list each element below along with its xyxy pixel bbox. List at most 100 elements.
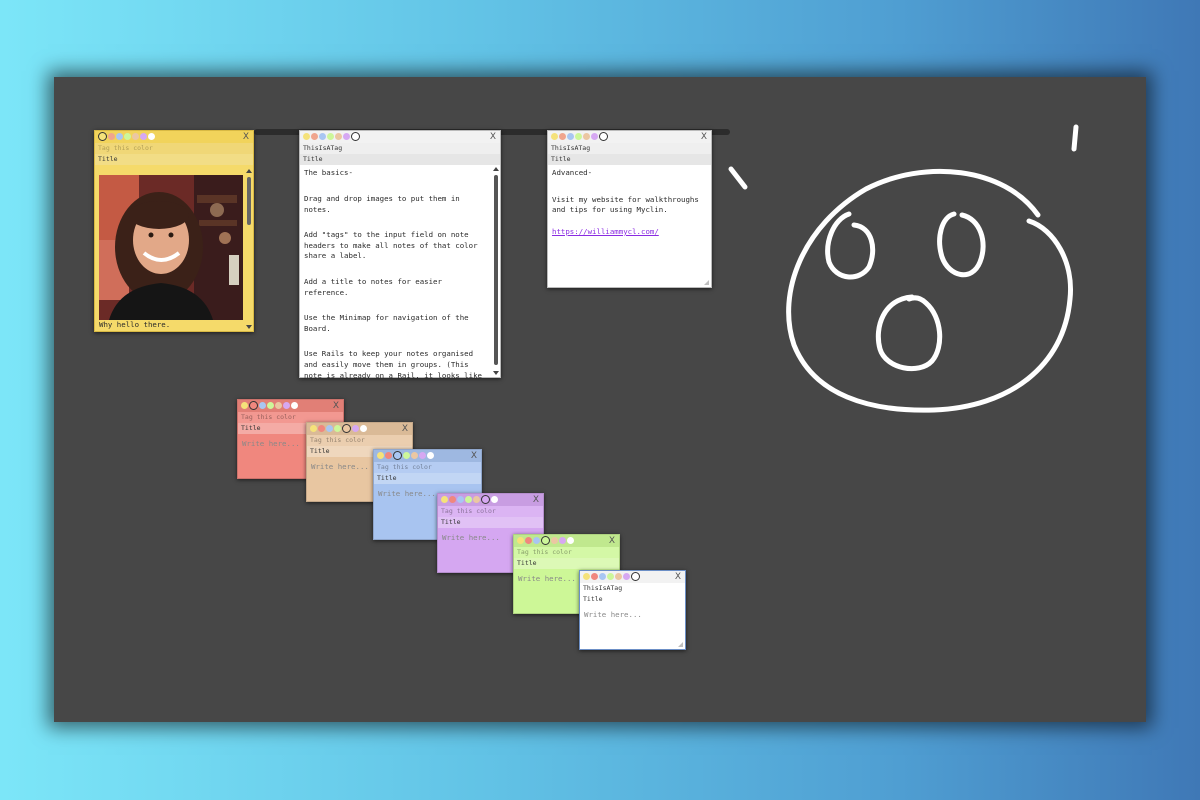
color-dot[interactable] (491, 496, 498, 503)
note-scrollbar[interactable] (493, 167, 499, 375)
tag-input[interactable]: Tag this color (307, 435, 412, 446)
close-button[interactable]: X (701, 131, 707, 143)
color-dot-orange[interactable] (559, 133, 566, 140)
color-dot[interactable] (541, 536, 550, 545)
color-dot[interactable] (291, 402, 298, 409)
color-dot-blue[interactable] (567, 133, 574, 140)
color-dot[interactable] (318, 425, 325, 432)
color-picker[interactable] (241, 401, 298, 410)
color-dot-purple[interactable] (343, 133, 350, 140)
scroll-down-arrow[interactable] (246, 325, 252, 329)
note-header[interactable]: X (95, 131, 253, 143)
color-dot-yellow[interactable] (303, 133, 310, 140)
color-dot[interactable] (623, 573, 630, 580)
color-dot[interactable] (533, 537, 540, 544)
color-dot-tan[interactable] (132, 133, 139, 140)
board-canvas[interactable]: X Tag this color Title Why hello there. … (54, 77, 1146, 722)
color-dot[interactable] (525, 537, 532, 544)
color-dot-green[interactable] (327, 133, 334, 140)
tag-input[interactable]: Tag this color (438, 506, 543, 517)
note-scrollbar[interactable] (246, 169, 252, 329)
color-dot[interactable] (360, 425, 367, 432)
color-dot-orange[interactable] (311, 133, 318, 140)
color-dot-white[interactable] (351, 132, 360, 141)
color-picker[interactable] (303, 132, 360, 141)
tag-input[interactable]: Tag this color (514, 547, 619, 558)
note-body[interactable]: The basics- Drag and drop images to put t… (300, 165, 500, 378)
color-dot[interactable] (403, 452, 410, 459)
color-dot[interactable] (465, 496, 472, 503)
color-picker[interactable] (583, 572, 640, 581)
color-dot-purple[interactable] (140, 133, 147, 140)
color-dot[interactable] (607, 573, 614, 580)
color-dot[interactable] (352, 425, 359, 432)
color-dot[interactable] (310, 425, 317, 432)
color-dot[interactable] (241, 402, 248, 409)
note-header[interactable]: X (548, 131, 711, 143)
tag-input[interactable]: Tag this color (374, 462, 481, 473)
color-dot[interactable] (427, 452, 434, 459)
title-input[interactable]: Title (438, 517, 543, 528)
color-dot[interactable] (419, 452, 426, 459)
color-dot[interactable] (473, 496, 480, 503)
color-dot[interactable] (385, 452, 392, 459)
color-dot-tan[interactable] (335, 133, 342, 140)
resize-handle[interactable] (678, 642, 683, 647)
note-header[interactable]: X (374, 450, 481, 462)
photo-note[interactable]: X Tag this color Title Why hello there. (94, 130, 254, 332)
color-dot-green[interactable] (575, 133, 582, 140)
note-header[interactable]: X (514, 535, 619, 547)
stack-note[interactable]: X ThisIsATag Title Write here... (579, 570, 686, 650)
color-dot[interactable] (481, 495, 490, 504)
note-header[interactable]: X (438, 494, 543, 506)
close-button[interactable]: X (471, 450, 477, 462)
color-dot[interactable] (249, 401, 258, 410)
note-header[interactable]: X (307, 423, 412, 435)
color-dot[interactable] (377, 452, 384, 459)
color-dot[interactable] (334, 425, 341, 432)
color-dot[interactable] (259, 402, 266, 409)
scroll-down-arrow[interactable] (493, 371, 499, 375)
title-input[interactable]: Title (580, 594, 685, 605)
color-dot-blue[interactable] (116, 133, 123, 140)
color-dot-blue[interactable] (319, 133, 326, 140)
scroll-up-arrow[interactable] (246, 169, 252, 173)
note-header[interactable]: X (580, 571, 685, 583)
color-dot[interactable] (342, 424, 351, 433)
color-dot[interactable] (326, 425, 333, 432)
color-dot[interactable] (517, 537, 524, 544)
tag-input[interactable]: ThisIsATag (580, 583, 685, 594)
color-dot[interactable] (283, 402, 290, 409)
title-input[interactable]: Title (95, 154, 253, 165)
color-dot[interactable] (457, 496, 464, 503)
close-button[interactable]: X (533, 494, 539, 506)
color-dot-white[interactable] (148, 133, 155, 140)
color-dot-tan[interactable] (583, 133, 590, 140)
color-dot-orange[interactable] (108, 133, 115, 140)
color-dot[interactable] (441, 496, 448, 503)
color-dot[interactable] (631, 572, 640, 581)
color-dot-purple[interactable] (591, 133, 598, 140)
note-header[interactable]: X (300, 131, 500, 143)
color-dot[interactable] (559, 537, 566, 544)
color-dot[interactable] (583, 573, 590, 580)
website-link[interactable]: https://williammycl.com/ (552, 227, 701, 238)
resize-handle[interactable] (704, 280, 709, 285)
color-dot-green[interactable] (124, 133, 131, 140)
color-dot[interactable] (393, 451, 402, 460)
tag-input[interactable]: ThisIsATag (548, 143, 711, 154)
scroll-thumb[interactable] (494, 175, 498, 365)
color-dot[interactable] (567, 537, 574, 544)
note-body[interactable]: Write here... (580, 605, 685, 621)
color-picker[interactable] (441, 495, 498, 504)
close-button[interactable]: X (609, 535, 615, 547)
close-button[interactable]: X (402, 423, 408, 435)
title-input[interactable]: Title (514, 558, 619, 569)
color-dot[interactable] (615, 573, 622, 580)
color-dot[interactable] (551, 537, 558, 544)
color-dot[interactable] (591, 573, 598, 580)
note-caption[interactable]: Why hello there. (99, 320, 170, 329)
color-picker[interactable] (310, 424, 367, 433)
note-body[interactable]: Advanced- Visit my website for walkthrou… (548, 165, 711, 237)
color-dot-yellow[interactable] (98, 132, 107, 141)
